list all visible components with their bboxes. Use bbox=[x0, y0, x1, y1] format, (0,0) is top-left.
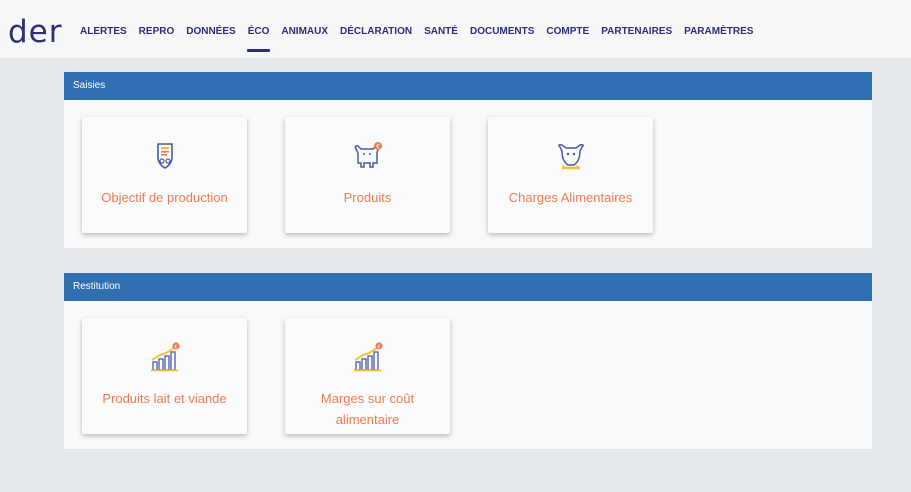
restitution-panel: Restitution € Produits lait et viande € … bbox=[64, 273, 872, 449]
card-produits-lait-et-viande[interactable]: € Produits lait et viande bbox=[82, 318, 247, 434]
card-label: Marges sur coût alimentaire bbox=[320, 391, 415, 427]
card-label: Produits bbox=[343, 190, 392, 205]
section-header-restitution: Restitution bbox=[64, 273, 872, 301]
nav-item-declaration[interactable]: DÉCLARATION bbox=[340, 26, 412, 50]
nav-item-animaux[interactable]: ANIMAUX bbox=[281, 26, 328, 50]
chart-euro-icon: € bbox=[285, 342, 450, 372]
app-logo[interactable]: der bbox=[8, 15, 63, 49]
svg-text:€: € bbox=[376, 144, 380, 151]
chart-euro-icon: € bbox=[82, 342, 247, 372]
nav-item-eco[interactable]: ÉCO bbox=[246, 26, 271, 52]
nav-item-donnees[interactable]: DONNÉES bbox=[186, 26, 235, 50]
card-label: Objectif de production bbox=[101, 190, 228, 205]
card-marges-sur-cout-alimentaire[interactable]: € Marges sur coût alimentaire bbox=[285, 318, 450, 434]
card-label: Produits lait et viande bbox=[102, 391, 227, 406]
card-objectif-de-production[interactable]: Objectif de production bbox=[82, 117, 247, 233]
nav-item-alertes[interactable]: ALERTES bbox=[80, 26, 127, 50]
card-produits[interactable]: € Produits bbox=[285, 117, 450, 233]
nav-item-repro[interactable]: REPRO bbox=[139, 26, 175, 50]
nav-item-documents[interactable]: DOCUMENTS bbox=[470, 26, 534, 50]
production-goal-icon bbox=[82, 141, 247, 171]
nav-item-sante[interactable]: SANTÉ bbox=[424, 26, 458, 50]
saisies-panel: Saisies Objectif de production € Produit… bbox=[64, 72, 872, 248]
nav-item-parametres[interactable]: PARAMÈTRES bbox=[684, 26, 753, 50]
cow-feed-icon bbox=[488, 141, 653, 171]
svg-text:€: € bbox=[174, 344, 178, 350]
section-header-saisies: Saisies bbox=[64, 72, 872, 100]
nav-item-compte[interactable]: COMPTE bbox=[546, 26, 589, 50]
svg-text:€: € bbox=[377, 344, 381, 350]
main-nav: ALERTES REPRO DONNÉES ÉCO ANIMAUX DÉCLAR… bbox=[80, 26, 765, 52]
cow-euro-icon: € bbox=[285, 141, 450, 171]
card-charges-alimentaires[interactable]: Charges Alimentaires bbox=[488, 117, 653, 233]
nav-item-partenaires[interactable]: PARTENAIRES bbox=[601, 26, 672, 50]
card-label: Charges Alimentaires bbox=[508, 190, 633, 205]
top-navigation-bar: der ALERTES REPRO DONNÉES ÉCO ANIMAUX DÉ… bbox=[0, 0, 911, 58]
